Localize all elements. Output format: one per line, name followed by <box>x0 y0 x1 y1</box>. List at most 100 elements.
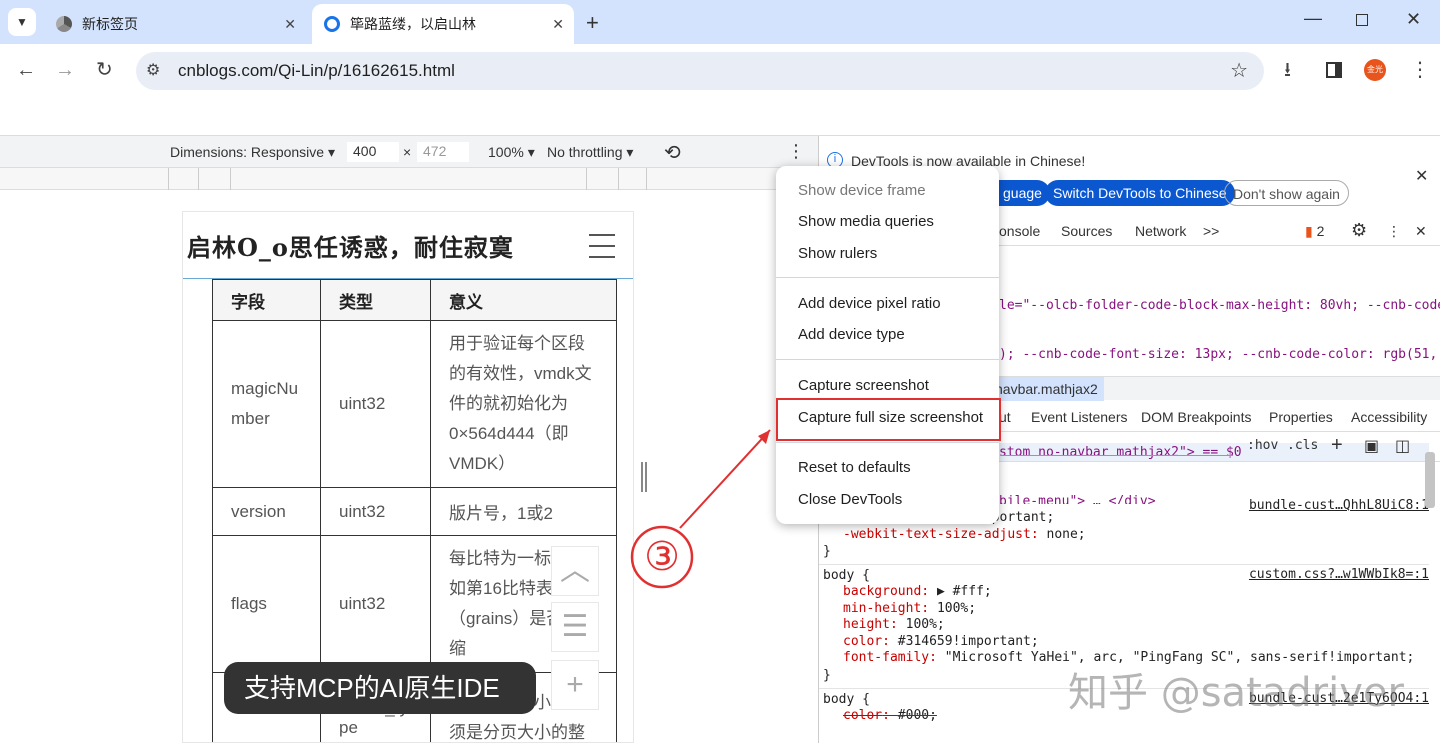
prop-name: background <box>843 584 922 599</box>
device-toolbar: Dimensions: Responsive ▾ 400 × 472 100% … <box>0 136 818 168</box>
table-cell: uint32 <box>320 320 431 488</box>
forward-icon[interactable]: → <box>55 60 75 80</box>
close-devtools-icon[interactable]: ✕ <box>1415 223 1427 240</box>
tab-event-listeners[interactable]: Event Listeners <box>1031 409 1128 425</box>
breadcrumb-item[interactable]: navbar.mathjax2 <box>989 377 1104 401</box>
filter-input[interactable] <box>1001 436 1233 456</box>
tab-active[interactable]: 筚路蓝缕，以启山林 ✕ <box>312 4 574 44</box>
prop-value: 100%; <box>905 617 945 632</box>
prop-value: ▶ #fff; <box>936 584 992 599</box>
menu-item-show-device-frame[interactable]: Show device frame <box>798 182 926 199</box>
avatar[interactable]: 金光 <box>1364 59 1386 81</box>
hamburger-menu-icon[interactable] <box>589 234 615 267</box>
browser-toolbar: ← → ↻ ⚙ cnblogs.com/Qi-Lin/p/16162615.ht… <box>0 44 1440 136</box>
style-property[interactable]: background: ▶ #fff; <box>823 584 1429 601</box>
close-banner-icon[interactable]: ✕ <box>1415 166 1428 186</box>
more-options-icon[interactable]: ⋮ <box>787 141 805 162</box>
table-cell: flags <box>212 535 321 673</box>
table-cell: uint32 <box>320 487 431 536</box>
throttle-label: No throttling <box>547 144 623 160</box>
tab-sources[interactable]: Sources <box>1061 223 1112 239</box>
height-input[interactable]: 472 <box>417 142 469 162</box>
header-cell: 字段 <box>212 279 321 321</box>
address-bar[interactable]: ⚙ cnblogs.com/Qi-Lin/p/16162615.html ☆ <box>136 52 1264 90</box>
tab-console[interactable]: onsole <box>999 223 1040 239</box>
kebab-menu-icon[interactable]: ⋮ <box>1410 60 1430 80</box>
star-icon[interactable]: ☆ <box>1230 58 1248 83</box>
menu-item-close-devtools[interactable]: Close DevTools <box>798 491 902 508</box>
prop-name: min-height <box>843 600 922 616</box>
media-query-bar <box>0 168 818 190</box>
hov-toggle[interactable]: :hov <box>1247 438 1278 453</box>
style-property[interactable]: -webkit-text-size-adjust: none; <box>823 527 1429 544</box>
cls-toggle[interactable]: .cls <box>1287 438 1318 453</box>
ruler-mark <box>198 168 199 190</box>
table-cell: 版片号，1或2 <box>430 487 617 536</box>
style-property[interactable]: color: #314659!important; <box>823 634 1429 651</box>
menu-item-show-media-queries[interactable]: Show media queries <box>798 213 934 230</box>
ad-banner[interactable]: 支持MCP的AI原生IDE <box>224 662 536 714</box>
tab-network[interactable]: Network <box>1135 223 1186 239</box>
download-icon[interactable]: ⭳ <box>1284 60 1291 80</box>
dimensions-label: Dimensions: Responsive <box>170 144 325 160</box>
tab-search-button[interactable]: ▼ <box>8 8 36 36</box>
menu-item-reset-defaults[interactable]: Reset to defaults <box>798 459 911 476</box>
ruler-mark <box>168 168 169 190</box>
side-panel-icon[interactable] <box>1326 62 1342 78</box>
switch-to-chinese-button[interactable]: Switch DevTools to Chinese <box>1045 180 1235 206</box>
site-info-icon[interactable]: ⚙ <box>146 60 160 80</box>
ruler-mark <box>646 168 647 190</box>
scroll-top-button[interactable]: ︿ <box>551 546 599 596</box>
tab-new-tab[interactable]: 新标签页 ✕ <box>44 4 306 44</box>
restore-icon[interactable] <box>1356 14 1368 26</box>
close-window-icon[interactable]: ✕ <box>1406 9 1421 30</box>
rotate-icon[interactable]: ⟲ <box>664 140 681 165</box>
more-tabs-icon[interactable]: >> <box>1203 223 1219 239</box>
minimize-icon[interactable]: — <box>1304 8 1322 29</box>
menu-item-add-device-type[interactable]: Add device type <box>798 326 905 343</box>
tab-title: 新标签页 <box>82 16 138 32</box>
rule-source-link[interactable]: bundle-cust…QhhL8UiC8:1 <box>1249 498 1429 513</box>
reload-icon[interactable]: ↻ <box>96 60 113 80</box>
style-property[interactable]: height: 100%; <box>823 617 1429 634</box>
computed-sidebar-icon[interactable]: ◫ <box>1395 436 1410 456</box>
prop-name: font-family <box>843 650 930 665</box>
close-tab-icon[interactable]: ✕ <box>284 16 296 33</box>
set-language-button[interactable]: guage <box>995 180 1050 206</box>
prop-value: #000; <box>897 707 937 723</box>
table-row: version uint32 版片号，1或2 <box>212 487 617 536</box>
new-tab-button[interactable]: + <box>586 10 599 36</box>
blog-title[interactable]: 启林O_o思任诱惑，耐住寂寞 <box>187 228 514 263</box>
add-button[interactable]: + <box>551 660 599 710</box>
throttle-select[interactable]: No throttling ▾ <box>547 144 633 161</box>
tab-accessibility[interactable]: Accessibility <box>1351 409 1427 425</box>
width-input[interactable]: 400 <box>347 142 399 162</box>
menu-item-add-dpr[interactable]: Add device pixel ratio <box>798 295 941 312</box>
tab-strip: ▼ 新标签页 ✕ 筚路蓝缕，以启山林 ✕ + — ✕ <box>0 0 1440 44</box>
tab-properties[interactable]: Properties <box>1269 409 1333 425</box>
issues-count: 2 <box>1316 223 1325 239</box>
table-cell: magicNumber <box>212 320 321 488</box>
prop-name: height <box>843 617 890 632</box>
toc-button[interactable]: ☰ <box>551 602 599 652</box>
settings-icon[interactable]: ⚙ <box>1351 220 1367 241</box>
add-rule-icon[interactable]: + <box>1331 434 1343 457</box>
annotation-arrow <box>679 429 771 529</box>
prop-value: #314659!important; <box>897 633 1039 649</box>
devtools-menu-icon[interactable]: ⋮ <box>1387 223 1401 240</box>
dimensions-select[interactable]: Dimensions: Responsive ▾ <box>170 144 335 161</box>
style-property[interactable]: min-height: 100%; <box>823 601 1429 618</box>
back-icon[interactable]: ← <box>16 60 36 80</box>
paint-icon[interactable]: ▣ <box>1364 436 1379 456</box>
issues-badge[interactable]: ▮ 2 <box>1305 223 1324 240</box>
styles-scrollbar[interactable] <box>1425 452 1435 508</box>
ruler-mark <box>230 168 231 190</box>
rule-source-link[interactable]: custom.css?…w1WWbIk8=:1 <box>1249 567 1429 582</box>
zoom-select[interactable]: 100% ▾ <box>488 144 535 161</box>
menu-item-capture-screenshot[interactable]: Capture screenshot <box>798 377 929 394</box>
prop-name: color <box>843 633 883 649</box>
menu-item-show-rulers[interactable]: Show rulers <box>798 245 877 262</box>
dont-show-again-button[interactable]: Don't show again <box>1224 180 1349 206</box>
tab-dom-breakpoints[interactable]: DOM Breakpoints <box>1141 409 1251 425</box>
close-tab-icon[interactable]: ✕ <box>552 16 564 33</box>
